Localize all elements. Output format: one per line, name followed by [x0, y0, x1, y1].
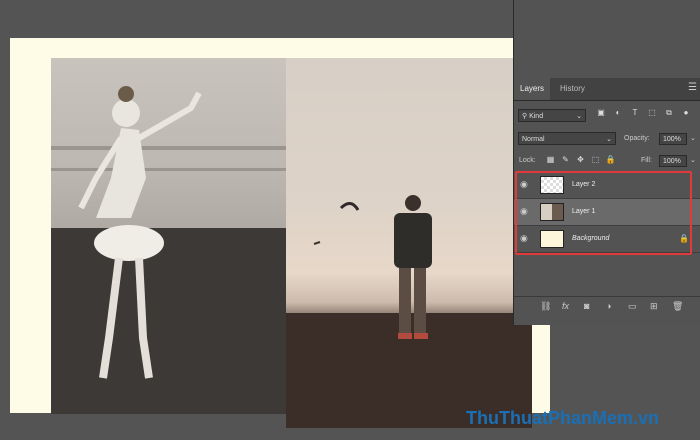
layers-bottom-toolbar: ⛓ fx ◙ ◑ ▭ ⊞ 🗑 — [514, 296, 700, 319]
adjustment-filter-icon[interactable]: ◐ — [611, 108, 625, 117]
lock-icons: ▦ ✎ ✥ ⬚ 🔒 — [544, 155, 619, 164]
panel-menu-icon[interactable]: ☰ — [688, 82, 697, 93]
filter-icons: ▣ ◐ T ⬚ ⧉ ● — [594, 108, 696, 118]
opacity-field[interactable]: 100% — [659, 133, 687, 145]
fx-icon[interactable]: fx — [562, 301, 569, 311]
filter-row: ⚲ Kind ⌄ ▣ ◐ T ⬚ ⧉ ● — [514, 104, 700, 126]
lock-transparent-icon[interactable]: ▦ — [544, 155, 557, 164]
chevron-down-icon: ⌄ — [576, 113, 582, 120]
type-filter-icon[interactable]: T — [628, 108, 642, 117]
lock-position-icon[interactable]: ✥ — [574, 155, 587, 164]
fill-dropdown-icon[interactable]: ⌄ — [690, 156, 696, 164]
opacity-dropdown-icon[interactable]: ⌄ — [690, 134, 696, 142]
shape-filter-icon[interactable]: ⬚ — [645, 108, 659, 117]
beach-photo — [286, 58, 532, 428]
new-layer-icon[interactable]: ⊞ — [650, 301, 658, 312]
image-filter-icon[interactable]: ▣ — [594, 108, 608, 117]
trash-icon[interactable]: 🗑 — [672, 301, 683, 312]
add-mask-icon[interactable]: ◙ — [584, 301, 589, 311]
blend-mode-select[interactable]: Normal ⌄ — [518, 132, 616, 145]
blend-row: Normal ⌄ Opacity: 100% ⌄ — [514, 128, 700, 150]
new-group-icon[interactable]: ▭ — [628, 301, 637, 312]
smart-object-filter-icon[interactable]: ⧉ — [662, 108, 676, 118]
lock-all-icon[interactable]: 🔒 — [604, 155, 617, 164]
fill-label: Fill: — [641, 157, 652, 164]
kind-filter-label: Kind — [529, 113, 544, 120]
tab-layers[interactable]: Layers — [514, 78, 551, 100]
watermark: ThuThuatPhanMem.vn — [466, 408, 659, 428]
adjustment-layer-icon[interactable]: ◑ — [606, 301, 611, 311]
lock-row: Lock: ▦ ✎ ✥ ⬚ 🔒 Fill: 100% ⌄ — [514, 150, 700, 172]
blend-mode-value: Normal — [522, 136, 545, 143]
lock-artboard-icon[interactable]: ⬚ — [589, 155, 602, 164]
lock-image-icon[interactable]: ✎ — [559, 155, 572, 164]
tab-history[interactable]: History — [554, 78, 591, 100]
link-layers-icon[interactable]: ⛓ — [540, 301, 551, 312]
panel-top-area — [514, 0, 700, 78]
fill-field[interactable]: 100% — [659, 155, 687, 167]
kind-filter-select[interactable]: ⚲ Kind ⌄ — [518, 109, 586, 122]
filter-toggle-icon[interactable]: ● — [679, 108, 693, 117]
chevron-down-icon: ⌄ — [606, 136, 612, 143]
layers-highlight-box — [515, 171, 692, 255]
ballerina-photo — [51, 58, 286, 414]
panel-tabs: Layers History ☰ — [514, 78, 700, 101]
lock-label: Lock: — [519, 157, 536, 164]
layers-panel: Layers History ☰ ⚲ Kind ⌄ ▣ ◐ T ⬚ ⧉ ● Normal … — [513, 0, 700, 325]
opacity-label: Opacity: — [624, 135, 650, 142]
